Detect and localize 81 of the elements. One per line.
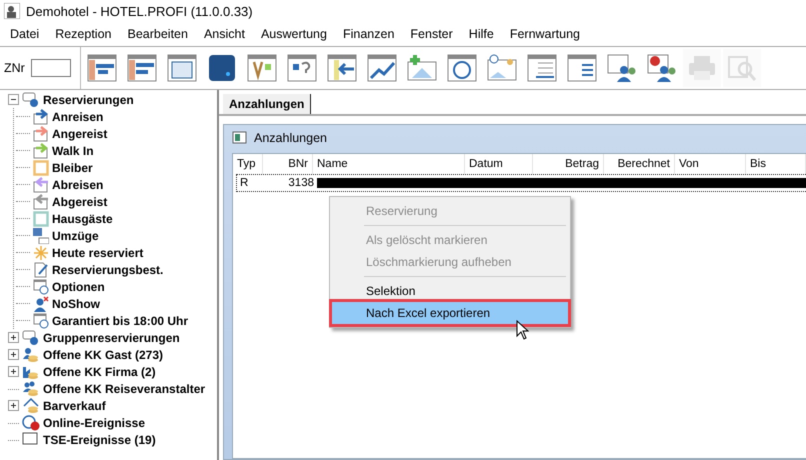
tree-item[interactable]: Online-Ereignisse [43,416,146,430]
tree-item[interactable]: Garantiert bis 18:00 Uhr [52,314,188,328]
menu-item[interactable]: Datei [2,27,48,41]
room-number-field[interactable] [30,59,71,77]
tree-item[interactable]: Offene KK Firma (2) [43,364,156,378]
arrow-icon [33,108,49,124]
column-header[interactable]: BNr [263,154,313,174]
expand-icon[interactable] [8,349,19,360]
menu-item[interactable]: Auswertung [252,27,335,41]
menu-item[interactable]: Nach Excel exportieren [332,302,568,324]
sun-icon [33,244,49,260]
window-icon [232,131,248,145]
tree-item[interactable]: Gruppenreservierungen [43,330,180,344]
app-icon [4,3,20,19]
tree-item[interactable]: Angereist [52,126,108,140]
column-header[interactable]: Betrag [533,154,604,174]
calendar-clock-icon [33,278,49,294]
calendar-v-icon [246,52,278,84]
mouse-pointer-icon [516,320,529,340]
people-question-icon [646,52,678,84]
column-header[interactable]: Von [675,154,746,174]
expand-icon[interactable] [8,400,19,411]
tree-item[interactable]: Heute reserviert [52,246,144,260]
person-coins-icon [22,346,40,362]
column-header[interactable]: Datum [465,154,533,174]
tree-item[interactable]: Abgereist [52,194,108,208]
tree-item[interactable]: NoShow [52,296,100,310]
column-header[interactable]: Typ [233,154,263,174]
form-lines-icon [526,52,558,84]
tree-item[interactable]: Abreisen [52,178,104,192]
tree-item[interactable]: Barverkauf [43,398,106,412]
document-pen-icon [33,262,49,278]
house-coins-icon [22,398,40,414]
tab[interactable]: Anzahlungen [223,94,312,114]
expand-icon[interactable] [8,366,19,377]
person-cross-icon [33,296,49,312]
calendar-bars-icon [126,52,158,84]
window-title: Demohotel - HOTEL.PROFI (11.0.0.33) [26,4,253,18]
tree-item[interactable]: Hausgäste [52,212,113,226]
arrow-icon [33,142,49,158]
tree-item[interactable]: Walk In [52,144,94,158]
calendar-clock-icon [33,312,49,328]
tree-item[interactable]: Offene KK Reiseveranstalter [43,382,206,396]
menu-item[interactable]: Ansicht [196,27,253,41]
square-icon [33,160,49,176]
expand-icon[interactable] [8,332,19,343]
arrow-icon [33,176,49,192]
arrow-icon [33,126,49,142]
menu-item[interactable]: Bearbeiten [119,27,196,41]
people-list-icon [606,52,638,84]
calendar-question-icon [286,52,318,84]
field-label: ZNr [4,61,25,75]
menu-item[interactable]: Finanzen [334,27,402,41]
tree-item[interactable]: Reservierungen [43,92,134,106]
form-lines-icon [566,52,598,84]
menu-item[interactable]: Rezeption [47,27,120,41]
tree-item[interactable]: Bleiber [52,160,93,174]
menu-item[interactable]: Fenster [402,27,461,41]
column-header[interactable]: Berechnet [604,154,675,174]
menu-item[interactable]: Hilfe [460,27,502,41]
square-icon [33,210,49,226]
column-header[interactable]: Bis [746,154,806,174]
table-cell-text: 3138 [287,177,315,189]
tree-item[interactable]: Optionen [52,280,105,294]
collapse-icon[interactable] [8,94,19,105]
tree-item[interactable]: Umzüge [52,228,99,242]
line-chart-icon [366,52,398,84]
table-cell-text: R [239,177,250,189]
menu-item[interactable]: Fernwartung [502,27,588,41]
arrow-left-icon [326,52,358,84]
window-title: Anzahlungen [254,131,327,145]
calendar-grid-icon [86,52,118,84]
tree-item[interactable]: TSE-Ereignisse (19) [43,432,156,446]
column-header[interactable]: Name [313,154,465,174]
menu-item[interactable]: Selektion [332,280,568,302]
move-icon [33,228,49,244]
people-coins-icon [22,380,40,396]
tree-item[interactable]: Anreisen [52,110,104,124]
tree-item[interactable]: Offene KK Gast (273) [43,348,164,362]
tree-item[interactable]: Reservierungsbest. [52,262,164,276]
arrow-icon [33,194,49,210]
